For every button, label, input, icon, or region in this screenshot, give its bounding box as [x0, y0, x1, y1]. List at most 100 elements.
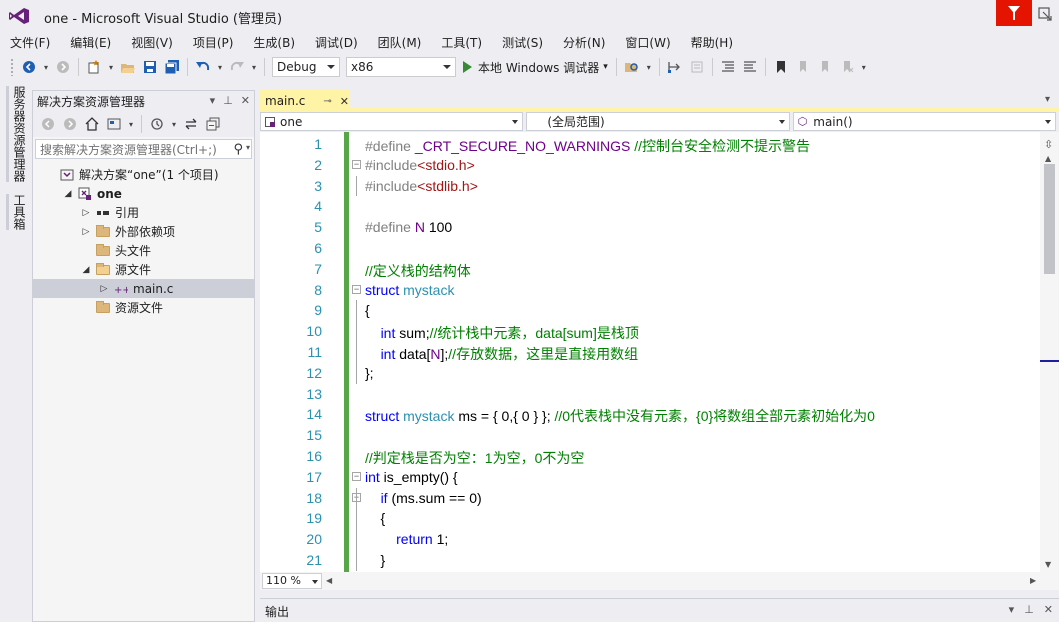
code-line[interactable]: 19 { [260, 508, 1040, 530]
search-icon[interactable]: ⚲ [233, 142, 243, 157]
code-line[interactable]: 20 return 1; [260, 529, 1040, 550]
menu-item-11[interactable]: 帮助(H) [681, 32, 743, 52]
menu-item-4[interactable]: 生成(B) [243, 32, 305, 52]
menu-item-5[interactable]: 调试(D) [305, 32, 368, 52]
chevron-down-icon[interactable]: ▾ [1009, 603, 1015, 616]
chevron-down-icon[interactable]: ▾ [603, 62, 608, 72]
member-select[interactable]: ⬡ main() [792, 112, 1056, 131]
pending-changes-filter-icon[interactable] [148, 115, 166, 133]
tab-main-c[interactable]: main.c ⊸ ✕ [260, 90, 349, 110]
scroll-right-icon[interactable]: ▶ [1030, 576, 1036, 585]
collapse-all-icon[interactable] [204, 115, 222, 133]
undo-icon[interactable] [194, 58, 212, 76]
menu-item-3[interactable]: 项目(P) [183, 32, 244, 52]
collapsed-arrow-icon[interactable]: ▷ [81, 227, 91, 237]
code-line[interactable]: 21 } [260, 550, 1040, 571]
code-line[interactable]: 5 #define N 100 [260, 217, 1040, 238]
dropdown-arrow-icon[interactable]: ▾ [250, 58, 258, 76]
navigate-forward-icon[interactable] [54, 58, 72, 76]
scroll-down-icon[interactable]: ▼ [1045, 560, 1051, 569]
code-line[interactable]: 16 //判定栈是否为空：1为空，0不为空 [260, 446, 1040, 467]
vertical-scrollbar[interactable]: ⇳ ▲ ▼ [1040, 132, 1059, 572]
code-line[interactable]: 10 int sum;//统计栈中元素，data[sum]是栈顶 [260, 321, 1040, 342]
tree-item[interactable]: ▷ 引用 [33, 203, 254, 222]
collapse-region-icon[interactable]: − [352, 284, 361, 294]
new-project-icon[interactable] [85, 58, 103, 76]
sync-with-document-icon[interactable] [182, 115, 200, 133]
next-bookmark-icon[interactable] [816, 58, 834, 76]
sign-in-icon[interactable] [1037, 6, 1053, 22]
tree-item[interactable]: ◢ 源文件 [33, 260, 254, 279]
menu-item-10[interactable]: 窗口(W) [615, 32, 680, 52]
tab-dropdown-icon[interactable]: ▾ [1045, 94, 1050, 105]
menu-item-6[interactable]: 团队(M) [368, 32, 432, 52]
start-debugging-button[interactable]: 本地 Windows 调试器 ▾ [463, 59, 608, 76]
scroll-left-icon[interactable]: ◀ [326, 576, 332, 585]
scrollbar-thumb[interactable] [1044, 164, 1055, 274]
code-line[interactable]: 14 struct mystack ms = { 0,{ 0 } }; //0代表… [260, 404, 1040, 425]
split-editor-icon[interactable]: ⇳ [1044, 138, 1053, 151]
code-line[interactable]: 8 − struct mystack [260, 280, 1040, 301]
collapsed-arrow-icon[interactable]: ▷ [81, 208, 91, 218]
chevron-down-icon[interactable]: ▾ [210, 94, 216, 107]
project-select[interactable]: one [260, 112, 524, 131]
uncomment-lines-icon[interactable] [741, 58, 759, 76]
code-line[interactable]: 17 − int is_empty() { [260, 467, 1040, 488]
code-line[interactable]: 12}; [260, 362, 1040, 384]
pin-icon[interactable]: ⊥ [223, 94, 233, 107]
collapsed-arrow-icon[interactable]: ▷ [99, 284, 109, 294]
code-line[interactable]: 6 [260, 238, 1040, 259]
tree-item[interactable]: 资源文件 [33, 298, 254, 317]
find-in-files-icon[interactable] [623, 58, 641, 76]
dropdown-arrow-icon[interactable]: ▾ [216, 58, 224, 76]
collapse-region-icon[interactable]: − [352, 471, 361, 481]
scroll-up-icon[interactable]: ▲ [1045, 154, 1051, 163]
forward-icon[interactable] [61, 115, 79, 133]
comment-lines-icon[interactable] [719, 58, 737, 76]
solution-configuration-select[interactable]: Debug [272, 57, 340, 77]
step-over-icon[interactable] [688, 58, 706, 76]
toolbar-overflow-icon[interactable]: ▾ [645, 58, 653, 76]
menu-item-2[interactable]: 视图(V) [121, 32, 183, 52]
back-icon[interactable] [39, 115, 57, 133]
toolbar-overflow-icon[interactable]: ▾ [860, 58, 868, 76]
save-icon[interactable] [141, 58, 159, 76]
pin-icon[interactable]: ⊸ [323, 96, 331, 107]
tree-item[interactable]: 头文件 [33, 241, 254, 260]
chevron-down-icon[interactable]: ▾ [246, 143, 250, 152]
toolbox-tab[interactable]: 工具箱 [6, 194, 28, 230]
save-all-icon[interactable] [163, 58, 181, 76]
expanded-arrow-icon[interactable]: ◢ [63, 189, 73, 199]
tree-item[interactable]: ▷ ++ main.c [33, 279, 254, 298]
code-line[interactable]: 15 [260, 425, 1040, 446]
code-line[interactable]: 9{ [260, 300, 1040, 322]
menu-item-7[interactable]: 工具(T) [431, 32, 492, 52]
code-editor[interactable]: 1 #define _CRT_SECURE_NO_WARNINGS //控制台安全… [260, 132, 1040, 572]
menu-item-0[interactable]: 文件(F) [0, 32, 60, 52]
feedback-button[interactable] [996, 0, 1032, 26]
close-icon[interactable]: ✕ [340, 95, 349, 108]
dropdown-arrow-icon[interactable]: ▾ [127, 115, 135, 133]
dropdown-arrow-icon[interactable]: ▾ [107, 58, 115, 76]
close-icon[interactable]: ✕ [241, 94, 250, 107]
zoom-select[interactable]: 110 % [262, 573, 322, 589]
menu-item-9[interactable]: 分析(N) [553, 32, 615, 52]
menu-item-1[interactable]: 编辑(E) [60, 32, 121, 52]
tree-item[interactable]: ◢ one [33, 184, 254, 203]
clear-bookmarks-icon[interactable] [838, 58, 856, 76]
code-line[interactable]: 1 #define _CRT_SECURE_NO_WARNINGS //控制台安全… [260, 134, 1040, 155]
redo-icon[interactable] [228, 58, 246, 76]
scope-select[interactable]: (全局范围) [526, 112, 790, 131]
solution-platform-select[interactable]: x86 [346, 57, 456, 77]
code-line[interactable]: 13 [260, 384, 1040, 405]
step-into-icon[interactable] [666, 58, 684, 76]
collapse-region-icon[interactable]: − [352, 159, 361, 169]
solution-search-input[interactable]: 搜索解决方案资源管理器(Ctrl+;) ⚲ ▾ [35, 139, 252, 159]
menu-item-8[interactable]: 测试(S) [492, 32, 553, 52]
open-file-icon[interactable] [119, 58, 137, 76]
pin-icon[interactable]: ⊥ [1024, 603, 1034, 616]
close-icon[interactable]: ✕ [1044, 603, 1053, 616]
navigate-back-icon[interactable] [20, 58, 38, 76]
expanded-arrow-icon[interactable]: ◢ [81, 265, 91, 275]
tree-item[interactable]: ▷ 外部依赖项 [33, 222, 254, 241]
